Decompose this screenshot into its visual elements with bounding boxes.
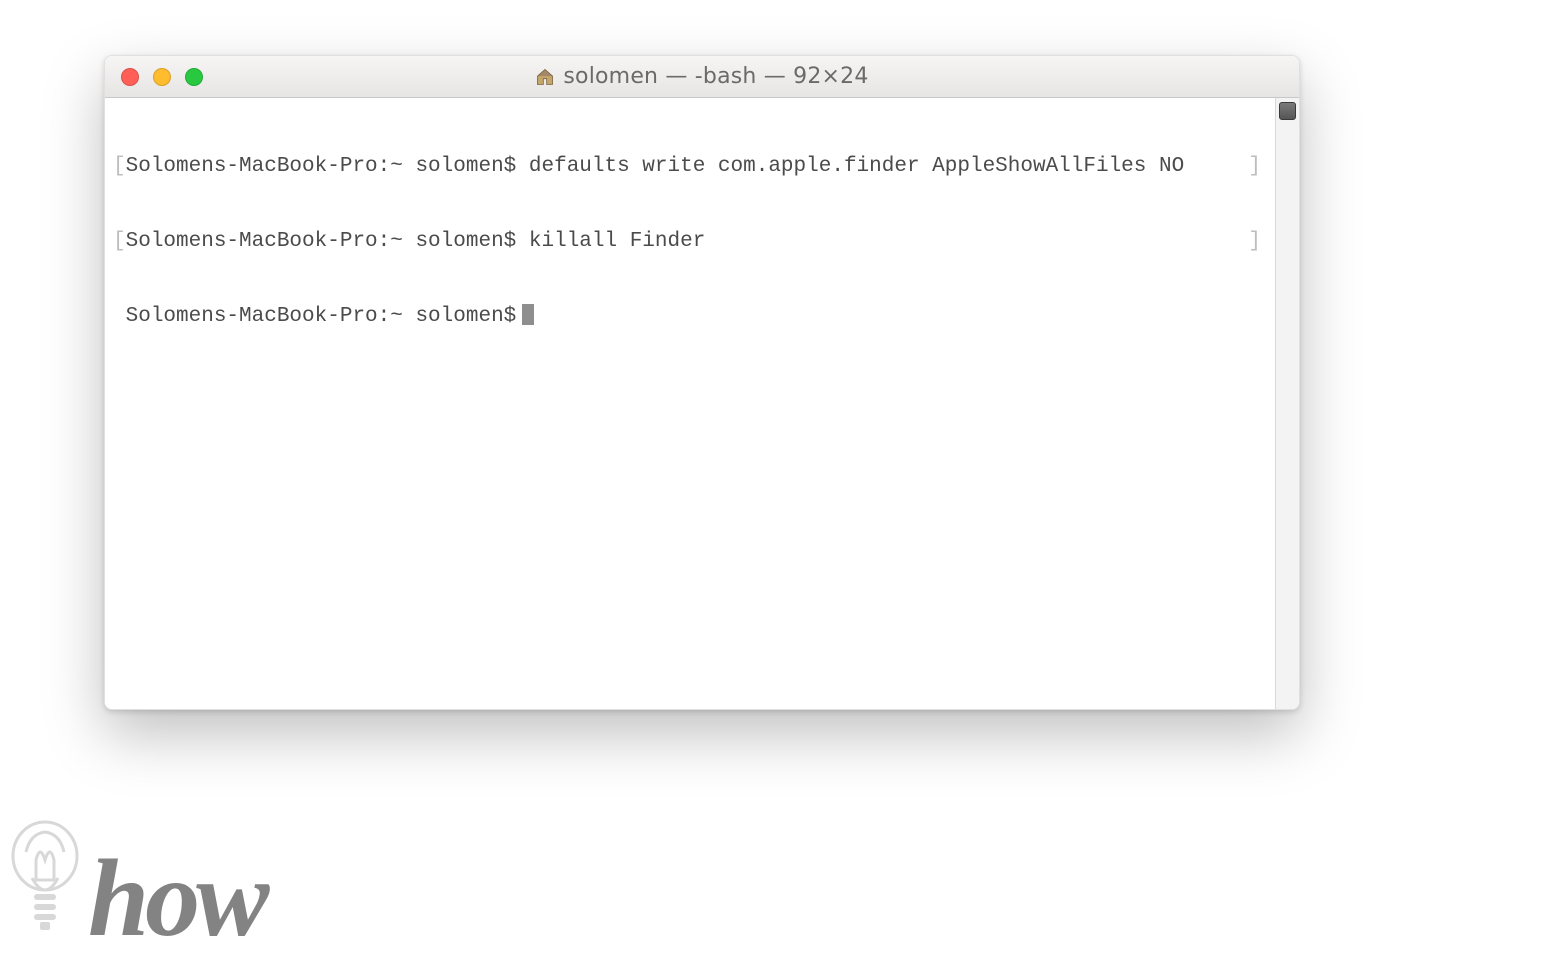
shell-prompt: Solomens-MacBook-Pro:~ solomen$ [126, 154, 517, 179]
watermark-text: how [88, 849, 266, 948]
shell-command: defaults write com.apple.finder AppleSho… [529, 154, 1184, 179]
window-title: solomen — -bash — 92×24 [105, 64, 1299, 89]
shell-prompt: Solomens-MacBook-Pro:~ solomen$ [126, 304, 517, 329]
lightbulb-icon [6, 814, 84, 934]
traffic-lights [105, 68, 203, 86]
line-open-bracket: [ [113, 229, 126, 254]
scrollbar-thumb[interactable] [1279, 102, 1296, 120]
terminal-line: [ Solomens-MacBook-Pro:~ solomen$ defaul… [113, 154, 1267, 179]
terminal-line: Solomens-MacBook-Pro:~ solomen$ [113, 304, 1267, 329]
shell-command: killall Finder [529, 229, 705, 254]
window-titlebar[interactable]: solomen — -bash — 92×24 [105, 56, 1299, 98]
line-close-bracket: ] [1248, 229, 1267, 254]
text-cursor [522, 304, 534, 325]
terminal-body: [ Solomens-MacBook-Pro:~ solomen$ defaul… [105, 98, 1299, 709]
terminal-output[interactable]: [ Solomens-MacBook-Pro:~ solomen$ defaul… [105, 98, 1275, 709]
window-title-text: solomen — -bash — 92×24 [563, 64, 868, 89]
line-close-bracket: ] [1248, 154, 1267, 179]
scrollbar[interactable] [1275, 98, 1299, 709]
zoom-button[interactable] [185, 68, 203, 86]
line-open-bracket: [ [113, 154, 126, 179]
terminal-line: [ Solomens-MacBook-Pro:~ solomen$ killal… [113, 229, 1267, 254]
shell-prompt: Solomens-MacBook-Pro:~ solomen$ [126, 229, 517, 254]
minimize-button[interactable] [153, 68, 171, 86]
close-button[interactable] [121, 68, 139, 86]
home-icon [535, 67, 555, 87]
terminal-window: solomen — -bash — 92×24 [ Solomens-MacBo… [104, 55, 1300, 710]
watermark: how [6, 814, 266, 934]
